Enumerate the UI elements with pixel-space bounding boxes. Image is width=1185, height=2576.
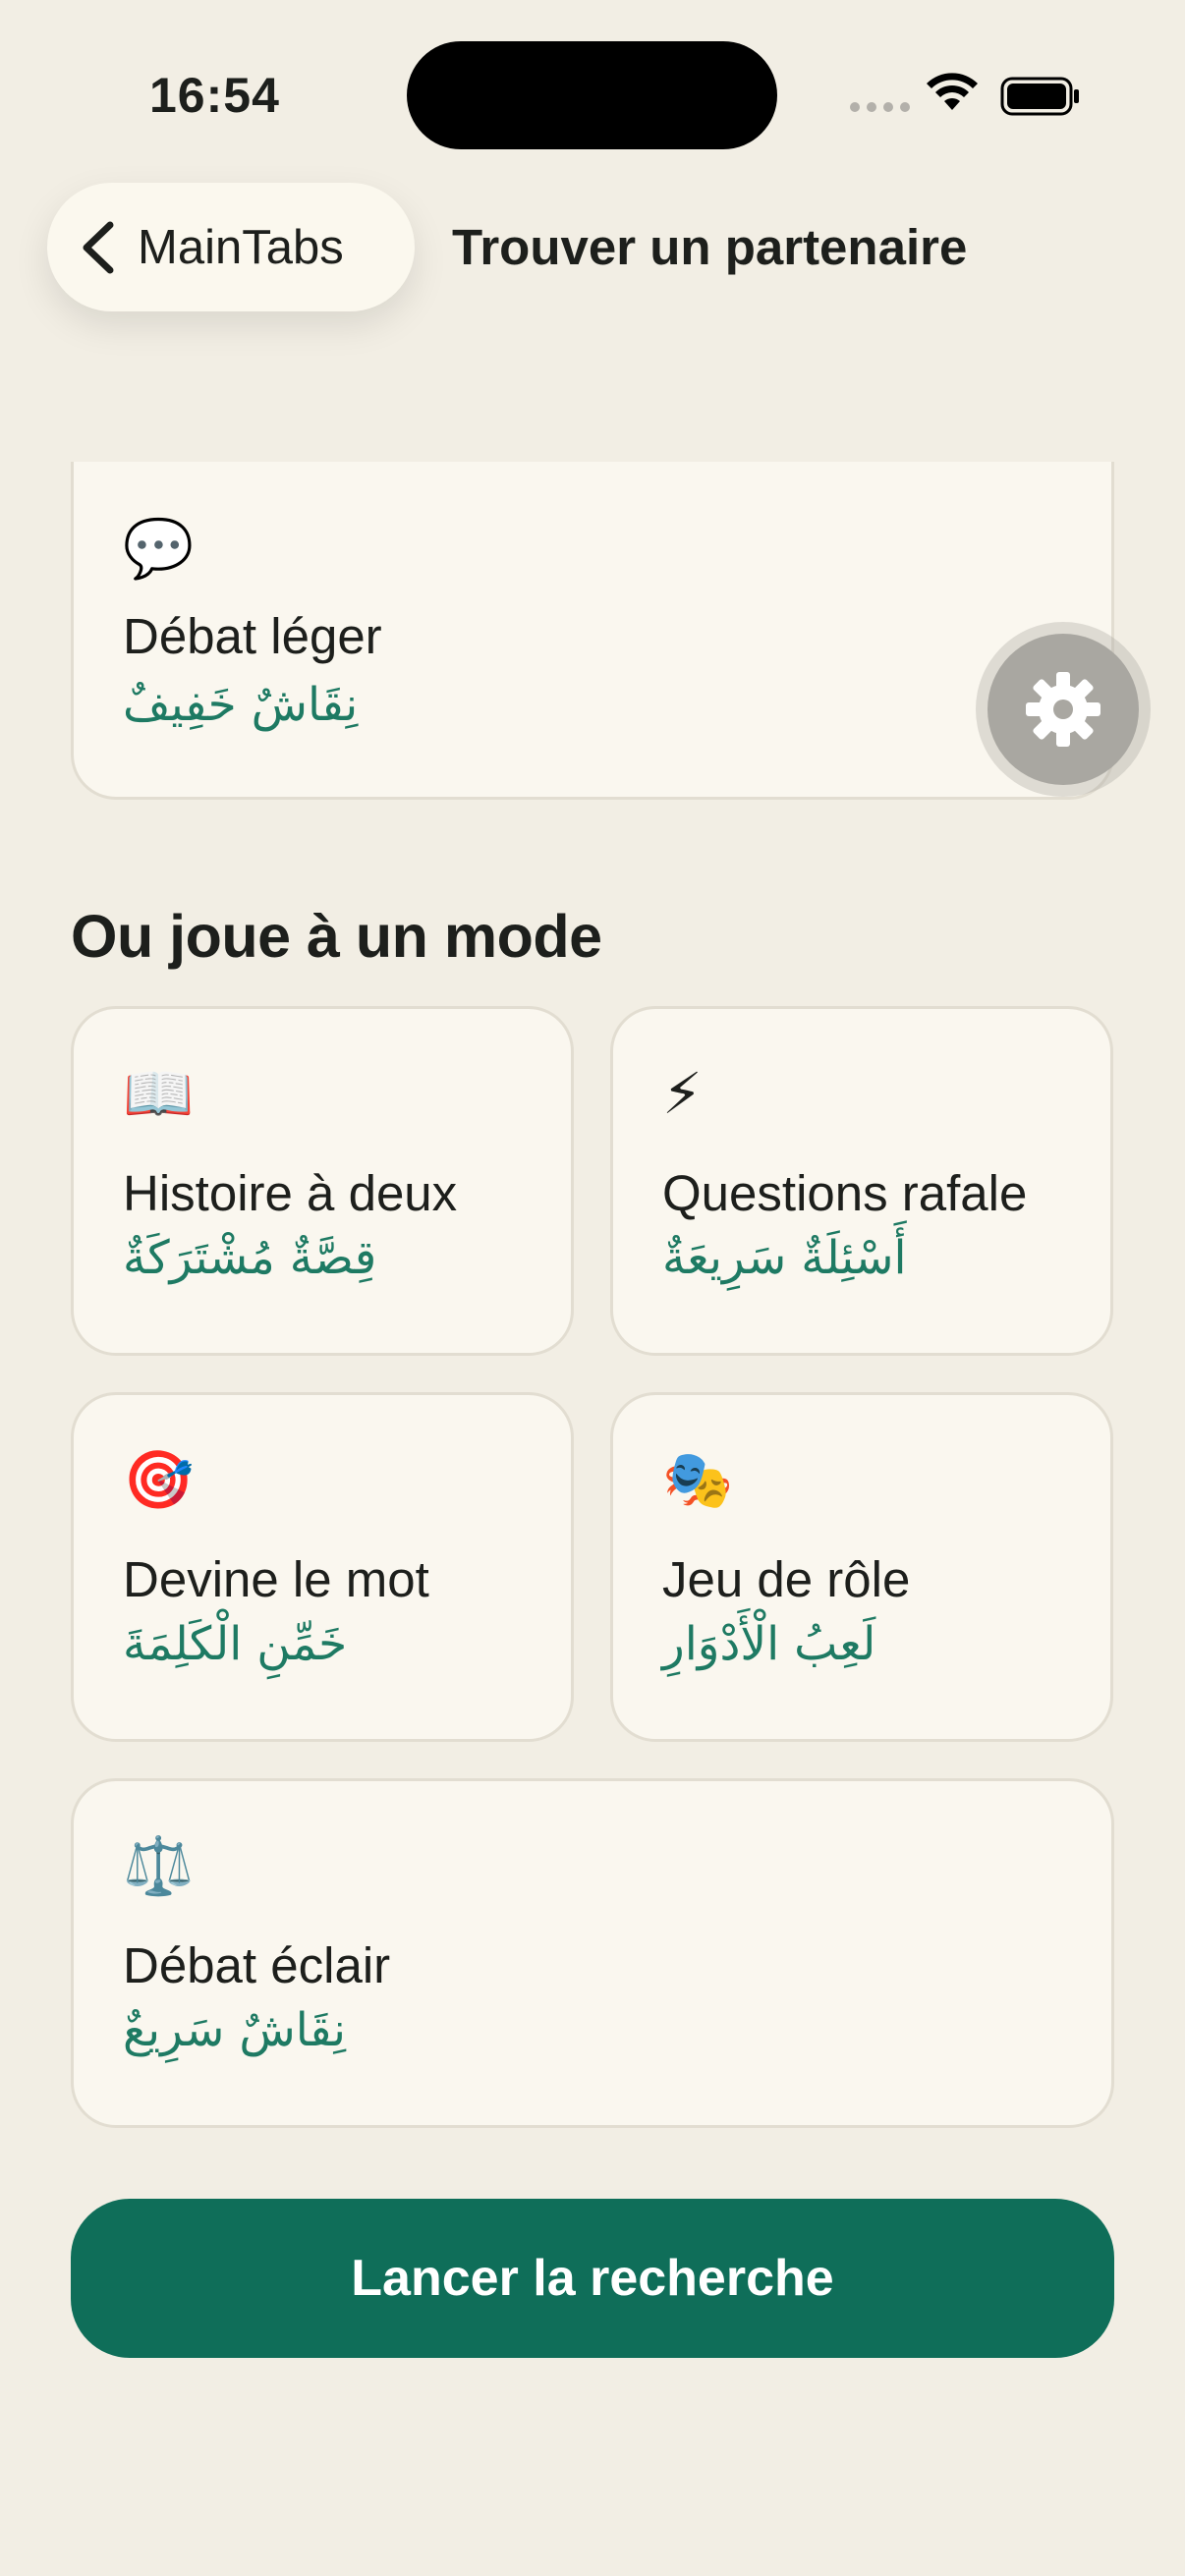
card-title: Devine le mot [123,1551,429,1607]
back-button[interactable]: MainTabs [47,183,415,311]
wifi-icon [927,73,978,110]
topic-card-debat-leger[interactable]: 💬 Débat léger نِقَاشٌ خَفِيفٌ [71,462,1114,800]
card-arabic-title: نِقَاشٌ خَفِيفٌ [123,678,359,732]
mode-card-questions-rafale[interactable]: ⚡ Questions rafale أَسْئِلَةٌ سَرِيعَةٌ [610,1006,1113,1356]
card-arabic-title: لَعِبُ الْأَدْوَارِ [662,1617,876,1671]
dynamic-island [407,41,777,149]
chevron-left-icon [83,221,114,273]
target-icon: 🎯 [123,1448,195,1512]
card-title: Jeu de rôle [662,1551,911,1607]
card-arabic-title: نِقَاشٌ سَرِيعٌ [123,2003,346,2057]
screen: 16:54 MainTabs Trouver un partenaire 💬 D… [0,0,1185,2576]
back-button-label: MainTabs [138,220,344,274]
battery-icon [1000,77,1079,116]
cellular-signal-icon [850,102,910,112]
card-title: Débat éclair [123,1937,391,1993]
page-title: Trouver un partenaire [452,219,968,275]
lightning-icon: ⚡ [662,1062,703,1126]
theater-masks-icon: 🎭 [662,1448,734,1512]
speech-bubble-icon: 💬 [123,517,195,581]
balance-scale-icon: ⚖️ [123,1834,195,1898]
settings-button[interactable] [988,634,1139,785]
card-arabic-title: أَسْئِلَةٌ سَرِيعَةٌ [662,1231,907,1285]
mode-card-histoire-a-deux[interactable]: 📖 Histoire à deux قِصَّةٌ مُشْتَرَكَةٌ [71,1006,574,1356]
section-title: Ou joue à un mode [71,903,602,970]
card-title: Histoire à deux [123,1165,458,1221]
card-title: Débat léger [123,608,382,664]
card-arabic-title: قِصَّةٌ مُشْتَرَكَةٌ [123,1231,377,1285]
mode-card-debat-eclair[interactable]: ⚖️ Débat éclair نِقَاشٌ سَرِيعٌ [71,1778,1114,2128]
start-search-button[interactable]: Lancer la recherche [71,2199,1114,2358]
status-time: 16:54 [149,68,280,123]
card-title: Questions rafale [662,1165,1028,1221]
mode-card-jeu-de-role[interactable]: 🎭 Jeu de rôle لَعِبُ الْأَدْوَارِ [610,1392,1113,1742]
mode-card-devine-le-mot[interactable]: 🎯 Devine le mot خَمِّنِ الْكَلِمَةَ [71,1392,574,1742]
card-arabic-title: خَمِّنِ الْكَلِمَةَ [123,1617,348,1671]
gear-icon [1026,672,1100,747]
open-book-icon: 📖 [123,1062,195,1126]
